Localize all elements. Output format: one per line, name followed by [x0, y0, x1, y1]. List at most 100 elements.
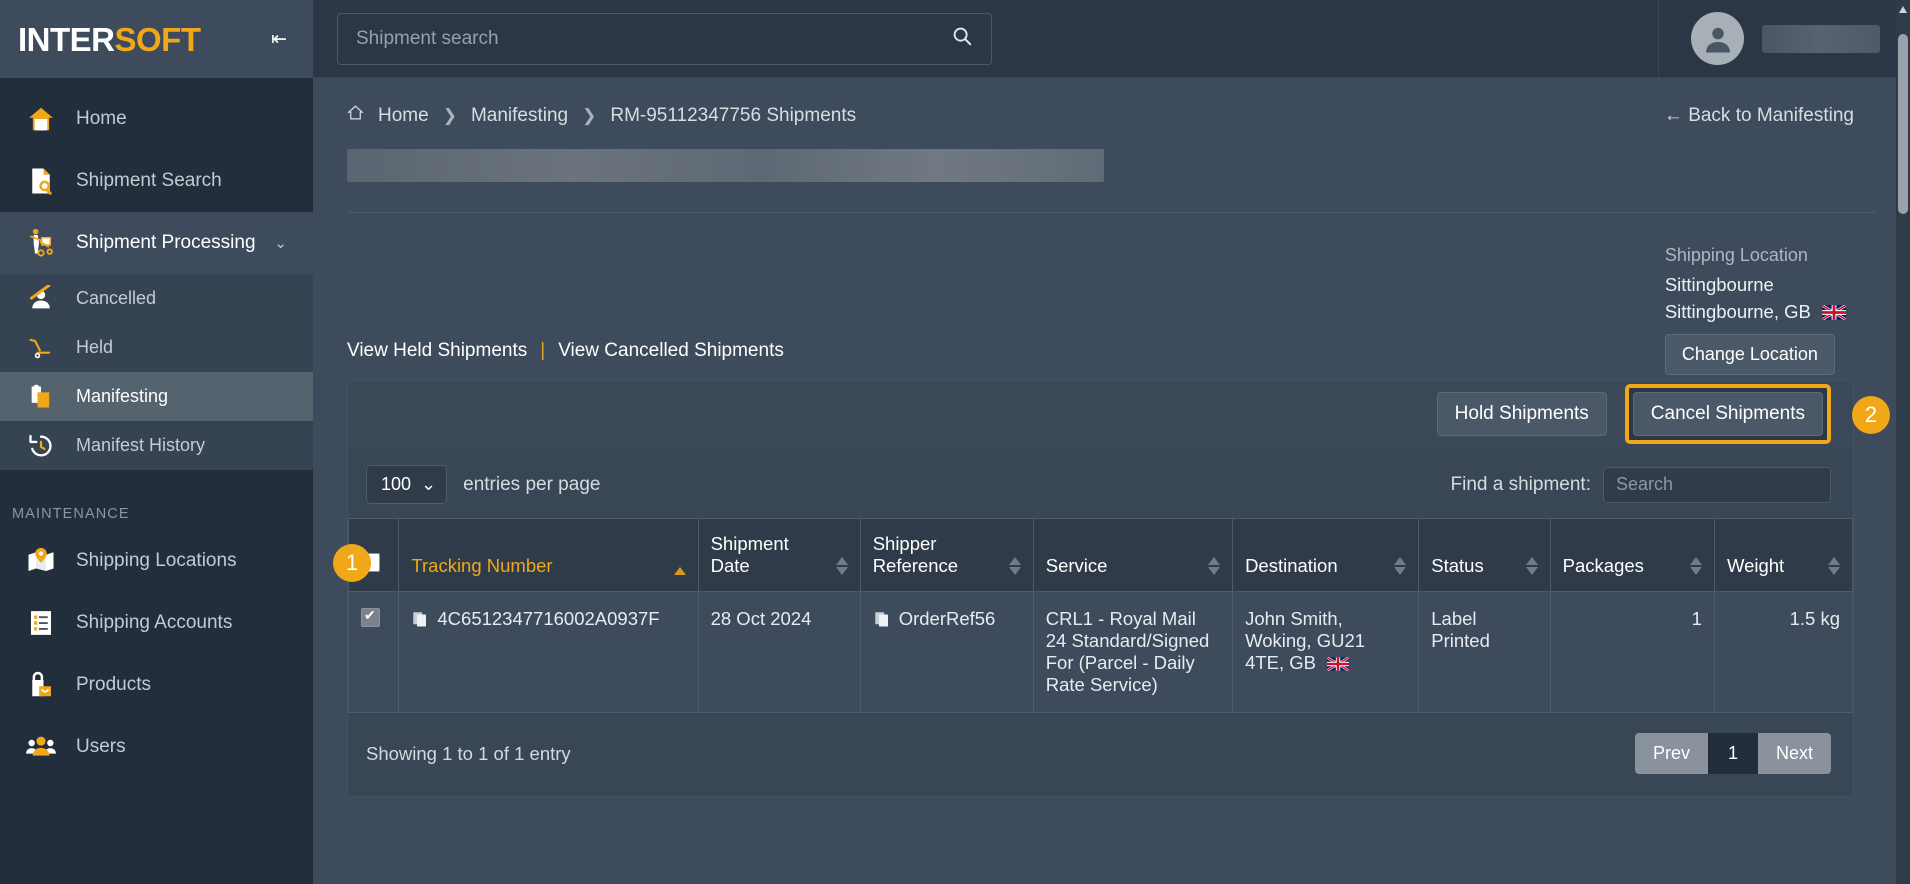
view-cancelled-shipments-link[interactable]: View Cancelled Shipments	[558, 340, 784, 362]
sort-arrows-icon	[1828, 557, 1840, 577]
hand-truck-icon	[24, 226, 58, 260]
shipment-search-box[interactable]	[337, 12, 992, 65]
breadcrumb-current: RM-95112347756 Shipments	[610, 104, 857, 126]
panel-actions: Hold Shipments Cancel Shipments 2	[348, 381, 1890, 447]
column-shipment-date[interactable]: Shipment Date	[698, 518, 861, 592]
user-menu[interactable]	[1658, 0, 1910, 78]
shopping-bag-icon	[24, 668, 58, 702]
sidebar-item-label: Shipment Processing	[76, 232, 256, 253]
table-row[interactable]: 1 4C6512347716002A0937F 28 Oct 2024	[333, 544, 1854, 713]
cancel-shipments-button[interactable]: Cancel Shipments	[1632, 392, 1823, 436]
intersoft-logo: INTERSOFT	[18, 23, 201, 56]
breadcrumb-manifesting[interactable]: Manifesting	[471, 105, 568, 127]
sort-arrows-icon	[1689, 557, 1702, 577]
arrow-left-icon: ←	[1663, 104, 1683, 126]
home-icon[interactable]	[347, 104, 364, 127]
view-links: View Held Shipments | View Cancelled Shi…	[347, 340, 784, 362]
column-destination[interactable]: Destination	[1232, 518, 1420, 592]
table-footer: Showing 1 to 1 of 1 entry Prev 1 Next	[348, 713, 1853, 796]
home-icon	[24, 102, 58, 136]
entries-per-page-label: entries per page	[463, 473, 601, 495]
shipping-location-address: Sittingbourne, GB	[1665, 299, 1847, 326]
back-to-manifesting-link[interactable]: ← Back to Manifesting	[1664, 105, 1854, 127]
pagination-prev-button[interactable]: Prev	[1634, 733, 1708, 774]
search-icon[interactable]	[951, 25, 973, 53]
column-tracking-number[interactable]: Tracking Number	[398, 518, 699, 592]
sidebar-item-shipping-locations[interactable]: Shipping Locations	[0, 530, 313, 592]
main-content: Home ❯ Manifesting ❯ RM-95112347756 Ship…	[313, 0, 1910, 884]
user-avatar-icon	[1691, 12, 1744, 65]
sidebar-item-products[interactable]: Products	[0, 654, 313, 716]
column-label: Shipper Reference	[872, 533, 959, 576]
cell-shipment-date: 28 Oct 2024	[698, 591, 861, 713]
sidebar-item-held[interactable]: Held	[0, 323, 313, 372]
breadcrumb-home[interactable]: Home	[378, 105, 429, 127]
cell-tracking-number: 4C6512347716002A0937F	[398, 591, 699, 713]
table-controls: 100 ⌄ entries per page Find a shipment:	[348, 447, 1853, 518]
column-label: Destination	[1245, 555, 1338, 576]
sidebar-item-home[interactable]: Home	[0, 88, 313, 150]
sort-arrows-icon	[835, 557, 848, 577]
shipper-reference-value: OrderRef56	[898, 608, 996, 629]
column-label: Packages	[1562, 555, 1644, 576]
entries-per-page-select[interactable]: 100 ⌄	[366, 465, 448, 504]
sidebar-item-shipment-search[interactable]: Shipment Search	[0, 150, 313, 212]
back-link-label: Back to Manifesting	[1688, 104, 1854, 126]
breadcrumb-separator: ❯	[442, 105, 457, 125]
logo-text-soft: SOFT	[114, 20, 202, 58]
collapse-sidebar-icon[interactable]: ⇤	[267, 26, 291, 53]
column-label: Service	[1045, 555, 1108, 576]
hold-shipments-button[interactable]: Hold Shipments	[1436, 392, 1607, 436]
row-select-cell[interactable]: 1	[333, 544, 400, 713]
pagination-next-button[interactable]: Next	[1757, 733, 1831, 774]
table-header: Tracking Number Shipment Date Shipper Re…	[347, 518, 1854, 592]
sidebar-item-shipment-processing[interactable]: Shipment Processing ⌄	[0, 212, 313, 274]
find-shipment-input[interactable]	[1603, 466, 1831, 503]
cell-status: Label Printed	[1418, 591, 1551, 713]
column-shipper-reference[interactable]: Shipper Reference	[860, 518, 1034, 592]
chevron-down-icon[interactable]: ⌄	[274, 234, 287, 252]
cancel-shipments-highlight: Cancel Shipments 2	[1624, 384, 1890, 444]
document-search-icon	[24, 164, 58, 198]
scrollbar-thumb[interactable]	[1898, 34, 1908, 214]
window-scrollbar[interactable]	[1896, 0, 1910, 884]
sidebar-item-label: Shipping Accounts	[76, 612, 233, 633]
sidebar-item-label: Manifest History	[76, 435, 206, 455]
sidebar-item-users[interactable]: Users	[0, 716, 313, 778]
copy-icon[interactable]	[873, 610, 891, 633]
copy-icon[interactable]	[411, 610, 429, 633]
pagination-page-1-button[interactable]: 1	[1707, 733, 1758, 774]
column-weight[interactable]: Weight	[1714, 518, 1854, 592]
shipping-location-title: Shipping Location	[1664, 245, 1808, 265]
sort-arrows-icon	[1394, 557, 1407, 577]
map-pin-icon	[24, 544, 58, 578]
history-clock-icon	[24, 429, 58, 463]
breadcrumb-row: Home ❯ Manifesting ❯ RM-95112347756 Ship…	[313, 78, 1910, 127]
sort-arrows-icon	[1525, 557, 1538, 577]
sidebar-item-label: Users	[76, 736, 126, 757]
shipment-processing-submenu: Cancelled Held Manifesting Manifest Hist…	[0, 274, 313, 470]
clipboard-icon	[24, 380, 58, 414]
column-status[interactable]: Status	[1418, 518, 1551, 592]
sidebar-nav: Home Shipment Search Shipment Processing…	[0, 78, 313, 778]
search-input[interactable]	[356, 27, 951, 50]
column-service[interactable]: Service	[1033, 518, 1234, 592]
sidebar-item-manifest-history[interactable]: Manifest History	[0, 421, 313, 470]
cell-service: CRL1 - Royal Mail 24 Standard/Signed For…	[1033, 591, 1234, 713]
section-divider	[347, 212, 1876, 213]
cell-packages: 1	[1550, 591, 1715, 713]
row-checkbox[interactable]	[361, 607, 380, 627]
annotation-badge-2: 2	[1852, 396, 1890, 434]
sidebar-item-cancelled[interactable]: Cancelled	[0, 274, 313, 323]
sidebar-item-shipping-accounts[interactable]: Shipping Accounts	[0, 592, 313, 654]
user-name-redacted	[1762, 24, 1880, 53]
change-location-button[interactable]: Change Location	[1664, 333, 1835, 375]
sort-arrows-ascending	[673, 567, 686, 577]
pagination: Prev 1 Next	[1634, 733, 1831, 774]
column-packages[interactable]: Packages	[1550, 518, 1715, 592]
scroll-up-arrow-icon[interactable]	[1899, 6, 1907, 13]
sidebar-item-label: Shipment Search	[76, 170, 222, 191]
sidebar-item-manifesting[interactable]: Manifesting	[0, 372, 313, 421]
view-held-shipments-link[interactable]: View Held Shipments	[347, 340, 527, 362]
table-header-row: Tracking Number Shipment Date Shipper Re…	[347, 518, 1854, 592]
